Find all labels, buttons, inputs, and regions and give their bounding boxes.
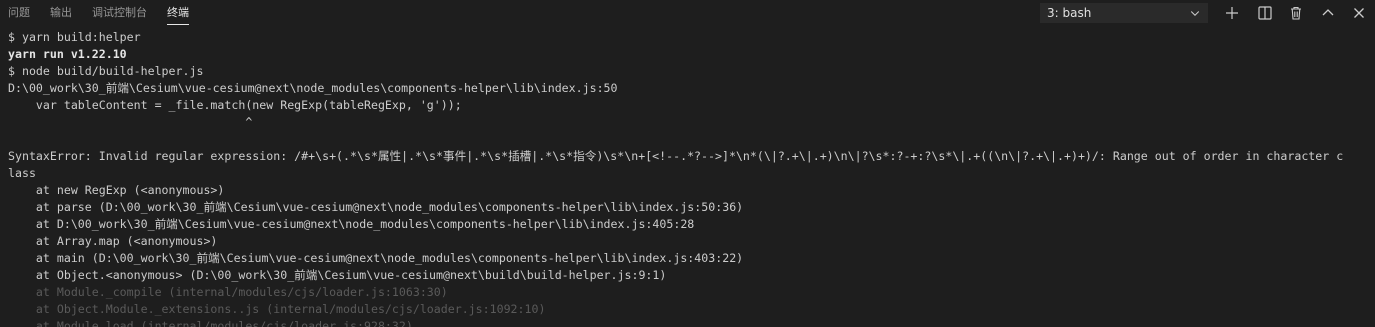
terminal-line: at new RegExp (<anonymous>) — [8, 183, 225, 197]
tab-terminal[interactable]: 终端 — [167, 0, 189, 26]
terminal-line: at Array.map (<anonymous>) — [8, 234, 218, 248]
terminal-line: $ node build/build-helper.js — [8, 64, 204, 78]
terminal-line: at Module._compile (internal/modules/cjs… — [8, 285, 448, 299]
close-icon — [1354, 8, 1364, 18]
tab-output[interactable]: 输出 — [50, 0, 72, 26]
split-terminal-button[interactable] — [1255, 3, 1275, 23]
terminal-line: SyntaxError: Invalid regular expression:… — [8, 149, 1344, 163]
kill-terminal-button[interactable] — [1286, 3, 1306, 23]
terminal-line: lass — [8, 166, 36, 180]
chevron-down-icon — [1190, 11, 1200, 16]
tab-problems[interactable]: 问题 — [8, 0, 30, 26]
terminal-line: at Object.Module._extensions..js (intern… — [8, 302, 546, 316]
tab-debug-console[interactable]: 调试控制台 — [92, 0, 147, 26]
terminal-instance-label: 3: bash — [1047, 6, 1092, 20]
terminal-line: ^ — [8, 115, 253, 129]
chevron-up-icon — [1322, 9, 1334, 16]
tab-terminal-label: 终端 — [167, 6, 189, 19]
terminal-line: at parse (D:\00_work\30_前端\Cesium\vue-ce… — [8, 200, 744, 214]
terminal-line: at Module.load (internal/modules/cjs/loa… — [8, 319, 413, 327]
split-icon — [1258, 6, 1272, 20]
close-panel-button[interactable] — [1349, 3, 1369, 23]
new-terminal-button[interactable] — [1222, 3, 1242, 23]
terminal-output[interactable]: $ yarn build:helper yarn run v1.22.10 $ … — [8, 29, 1370, 327]
panel-tab-bar: 问题 输出 调试控制台 终端 3: bash — [0, 0, 1375, 26]
terminal-line: $ yarn build:helper — [8, 30, 141, 44]
terminal-line: yarn run v1.22.10 — [8, 47, 127, 61]
terminal-line: var tableContent = _file.match(new RegEx… — [8, 98, 462, 112]
plus-icon — [1226, 7, 1238, 19]
terminal-line: at main (D:\00_work\30_前端\Cesium\vue-ces… — [8, 251, 744, 265]
active-tab-indicator — [167, 24, 189, 25]
maximize-panel-button[interactable] — [1318, 3, 1338, 23]
terminal-line: at D:\00_work\30_前端\Cesium\vue-cesium@ne… — [8, 217, 695, 231]
terminal-line: D:\00_work\30_前端\Cesium\vue-cesium@next\… — [8, 81, 618, 95]
terminal-panel: 问题 输出 调试控制台 终端 3: bash $ yarn build:help… — [0, 0, 1375, 327]
trash-icon — [1291, 6, 1301, 20]
terminal-line: at Object.<anonymous> (D:\00_work\30_前端\… — [8, 268, 667, 282]
terminal-instance-select[interactable]: 3: bash — [1040, 3, 1208, 23]
